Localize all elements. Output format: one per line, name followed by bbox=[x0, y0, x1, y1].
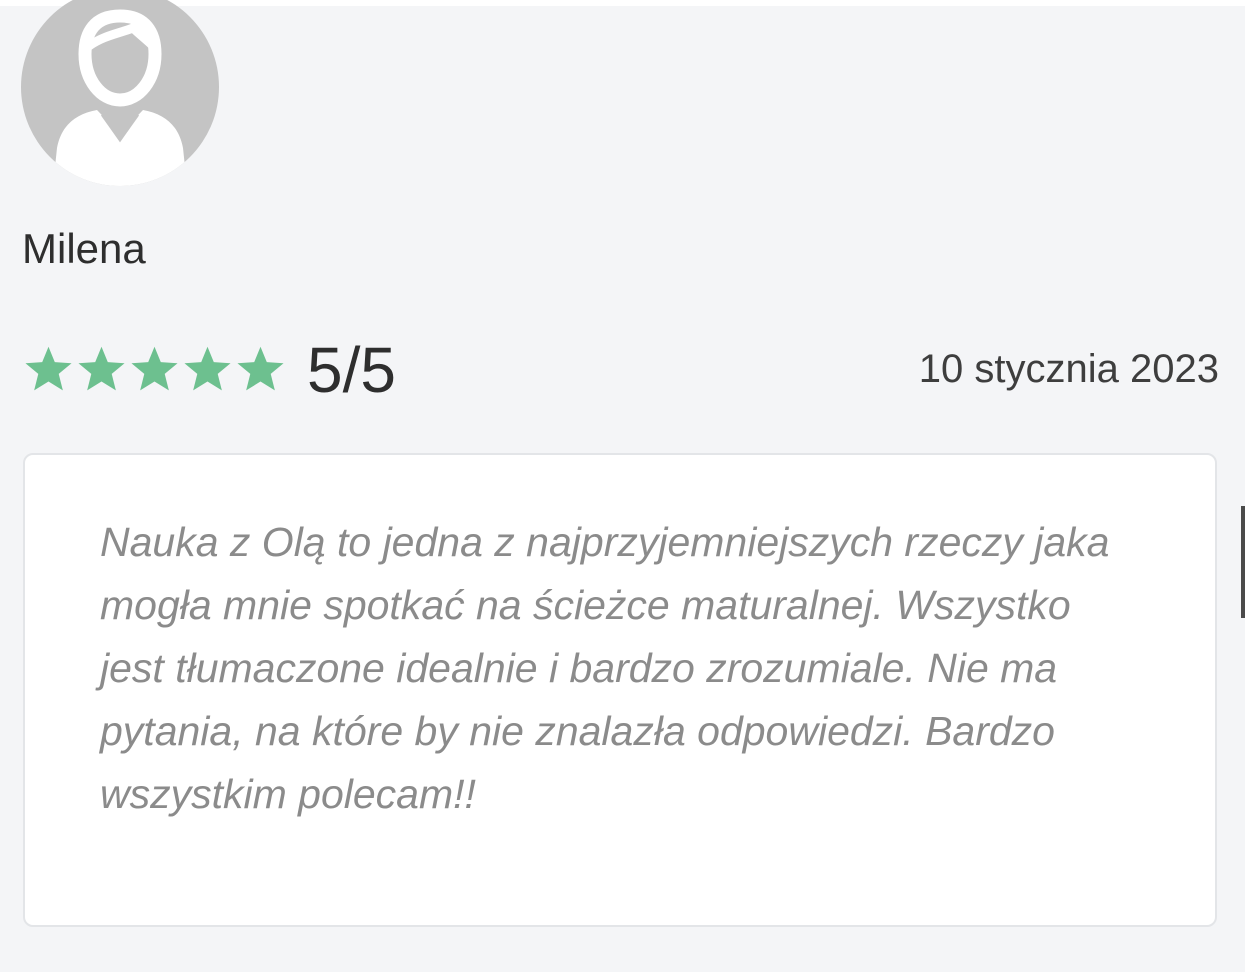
user-silhouette-icon bbox=[53, 9, 187, 186]
review-date: 10 stycznia 2023 bbox=[918, 347, 1219, 391]
avatar bbox=[21, 0, 219, 186]
rating-row: 5/5 bbox=[22, 332, 396, 408]
star-icon bbox=[234, 345, 287, 395]
reviewer-name: Milena bbox=[22, 225, 146, 272]
star-rating bbox=[22, 345, 287, 395]
rating-value: 5/5 bbox=[307, 334, 396, 406]
review-text: Nauka z Olą to jedna z najprzyjemniejszy… bbox=[100, 519, 1110, 817]
star-icon bbox=[22, 345, 75, 395]
review-card: Nauka z Olą to jedna z najprzyjemniejszy… bbox=[23, 453, 1217, 927]
star-icon bbox=[75, 345, 128, 395]
star-icon bbox=[128, 345, 181, 395]
top-strip bbox=[0, 0, 1245, 6]
star-icon bbox=[181, 345, 234, 395]
scrollbar[interactable] bbox=[1241, 506, 1245, 618]
